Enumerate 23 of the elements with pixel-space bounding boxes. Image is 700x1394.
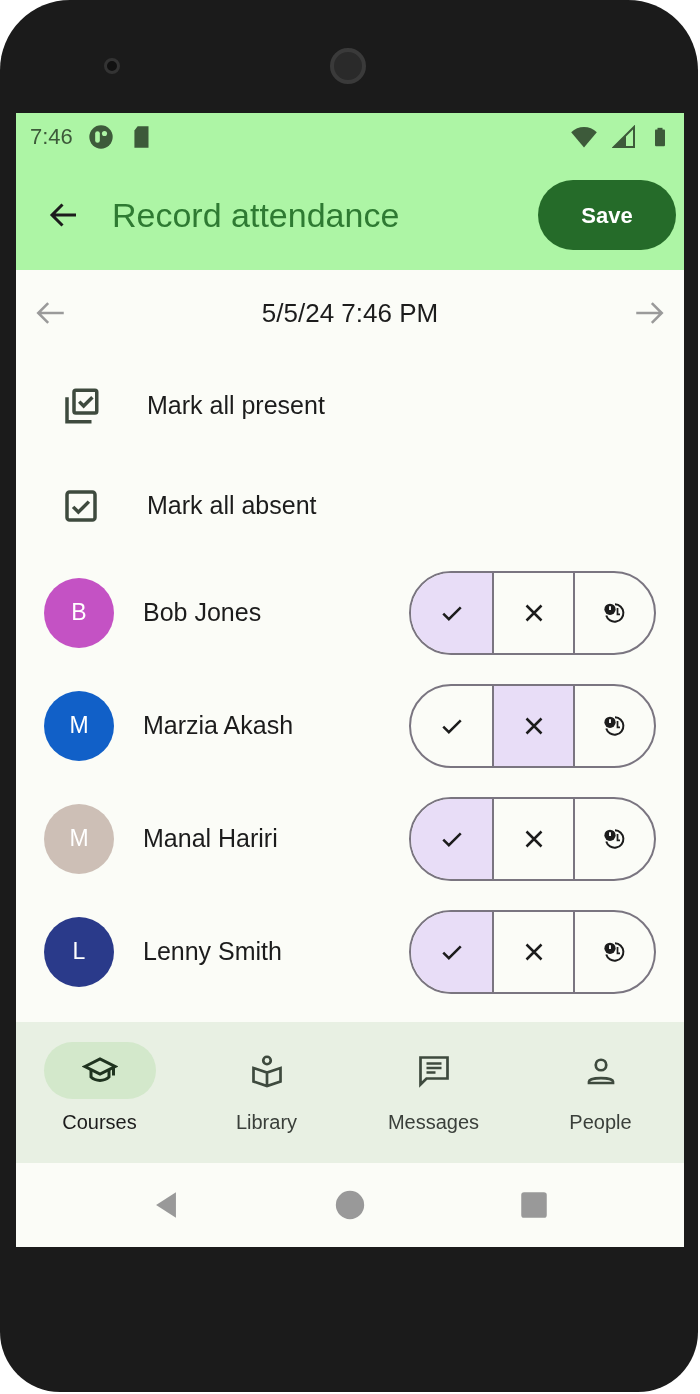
avatar: L xyxy=(44,916,114,987)
student-name: Bob Jones xyxy=(143,596,263,628)
avatar: M xyxy=(44,803,114,874)
avatar: B xyxy=(44,577,114,648)
status-time: 7:46 xyxy=(30,123,73,151)
screen-title: Record attendance xyxy=(112,194,401,236)
student-name: Marzia Akash xyxy=(143,709,295,741)
home-icon[interactable] xyxy=(333,1188,367,1222)
nav-tab[interactable]: Messages xyxy=(363,1042,504,1163)
camera-lens xyxy=(330,48,366,84)
nav-tab[interactable]: Library xyxy=(196,1042,337,1163)
camera-lens xyxy=(104,58,120,74)
notification-icon xyxy=(86,122,115,151)
nav-tab[interactable]: Courses xyxy=(29,1042,170,1163)
signal-icon xyxy=(612,124,636,149)
save-button[interactable]: Save xyxy=(538,180,676,250)
action-label[interactable]: Mark all present xyxy=(147,387,325,425)
avatar: M xyxy=(44,690,114,761)
student-name: Lenny Smith xyxy=(143,935,283,967)
nav-tab[interactable]: People xyxy=(530,1042,671,1163)
date-time: 5/5/24 7:46 PM xyxy=(261,296,439,330)
student-name: Manal Hariri xyxy=(143,822,279,854)
action-label[interactable]: Mark all absent xyxy=(147,487,317,525)
